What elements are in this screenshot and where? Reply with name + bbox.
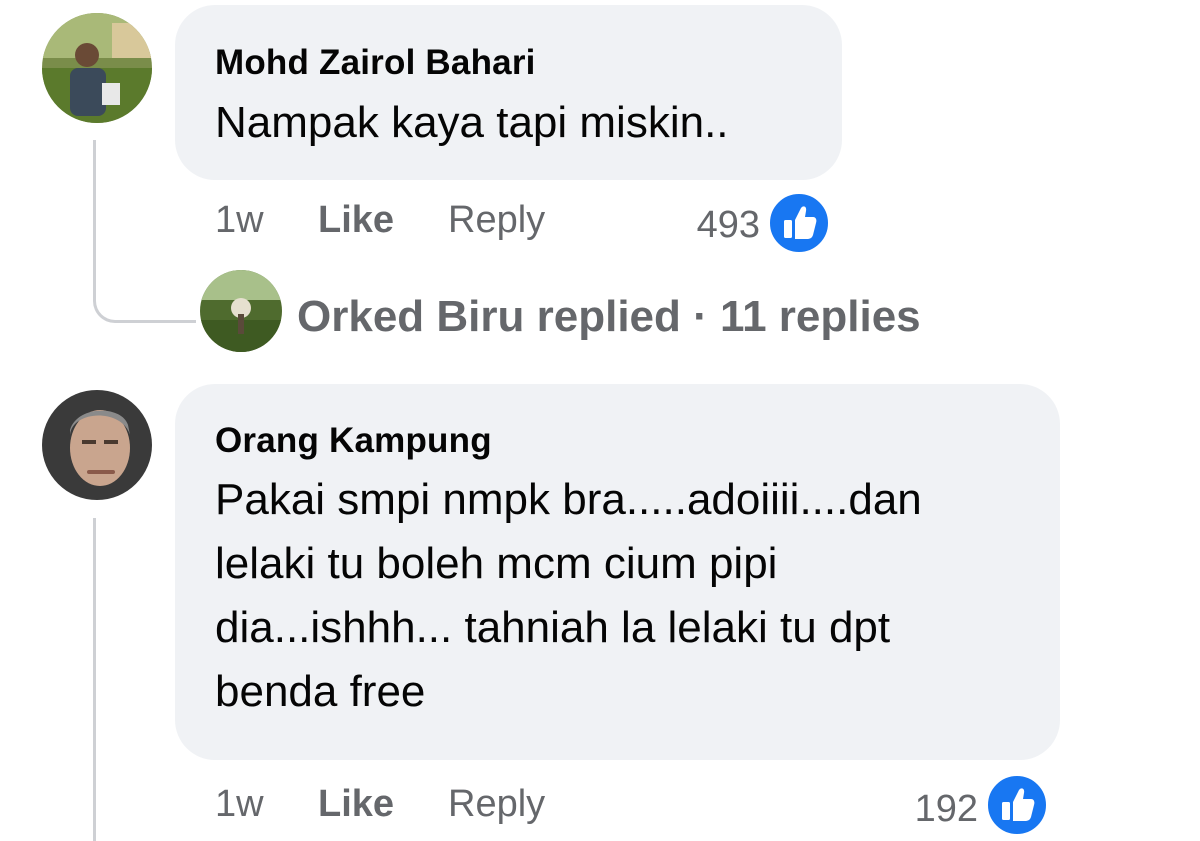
reply-avatar[interactable] (200, 270, 282, 352)
comment-bubble: Orang Kampung Pakai smpi nmpk bra.....ad… (175, 384, 1060, 760)
comment-text-line: Pakai smpi nmpk bra.....adoiiii....dan (215, 475, 922, 524)
reaction-count[interactable]: 493 (640, 204, 760, 247)
comment-author[interactable]: Mohd Zairol Bahari (215, 43, 536, 83)
comment-bubble: Mohd Zairol Bahari Nampak kaya tapi misk… (175, 5, 842, 180)
avatar[interactable] (42, 390, 152, 500)
like-button[interactable]: Like (318, 783, 394, 826)
comment-author[interactable]: Orang Kampung (215, 421, 492, 461)
thumbs-up-icon-glyph (1002, 788, 1035, 821)
like-button[interactable]: Like (318, 199, 394, 242)
thread-connector-vertical (93, 140, 96, 300)
reply-button[interactable]: Reply (448, 199, 545, 242)
comment-text-line: lelaki tu boleh mcm cium pipi (215, 539, 778, 588)
comment-time[interactable]: 1w (215, 199, 264, 242)
comment-text: Pakai smpi nmpk bra.....adoiiii....dan l… (215, 468, 922, 724)
separator-dot: · (693, 292, 708, 341)
thread-connector-curve (93, 298, 196, 323)
comment-text-line: dia...ishhh... tahniah la lelaki tu dpt (215, 603, 891, 652)
reply-author-name: Orked Biru (297, 292, 525, 341)
comment-text: Nampak kaya tapi miskin.. (215, 98, 729, 147)
avatar-image (42, 13, 152, 123)
reaction-count[interactable]: 192 (858, 788, 978, 831)
thumbs-up-icon[interactable] (984, 772, 1050, 838)
reply-button[interactable]: Reply (448, 783, 545, 826)
comment-time[interactable]: 1w (215, 783, 264, 826)
thumbs-up-icon[interactable] (766, 190, 832, 256)
reply-action-text: replied (536, 292, 681, 341)
comment-text-line: benda free (215, 667, 426, 716)
thumbs-up-icon-glyph (784, 206, 817, 239)
reply-count-text: 11 replies (720, 292, 921, 341)
avatar-image (42, 390, 152, 500)
reply-avatar-image (200, 270, 282, 352)
avatar[interactable] (42, 13, 152, 123)
thread-connector-vertical (93, 518, 96, 841)
view-replies-link[interactable]: Orked Biru replied · 11 replies (297, 292, 921, 342)
